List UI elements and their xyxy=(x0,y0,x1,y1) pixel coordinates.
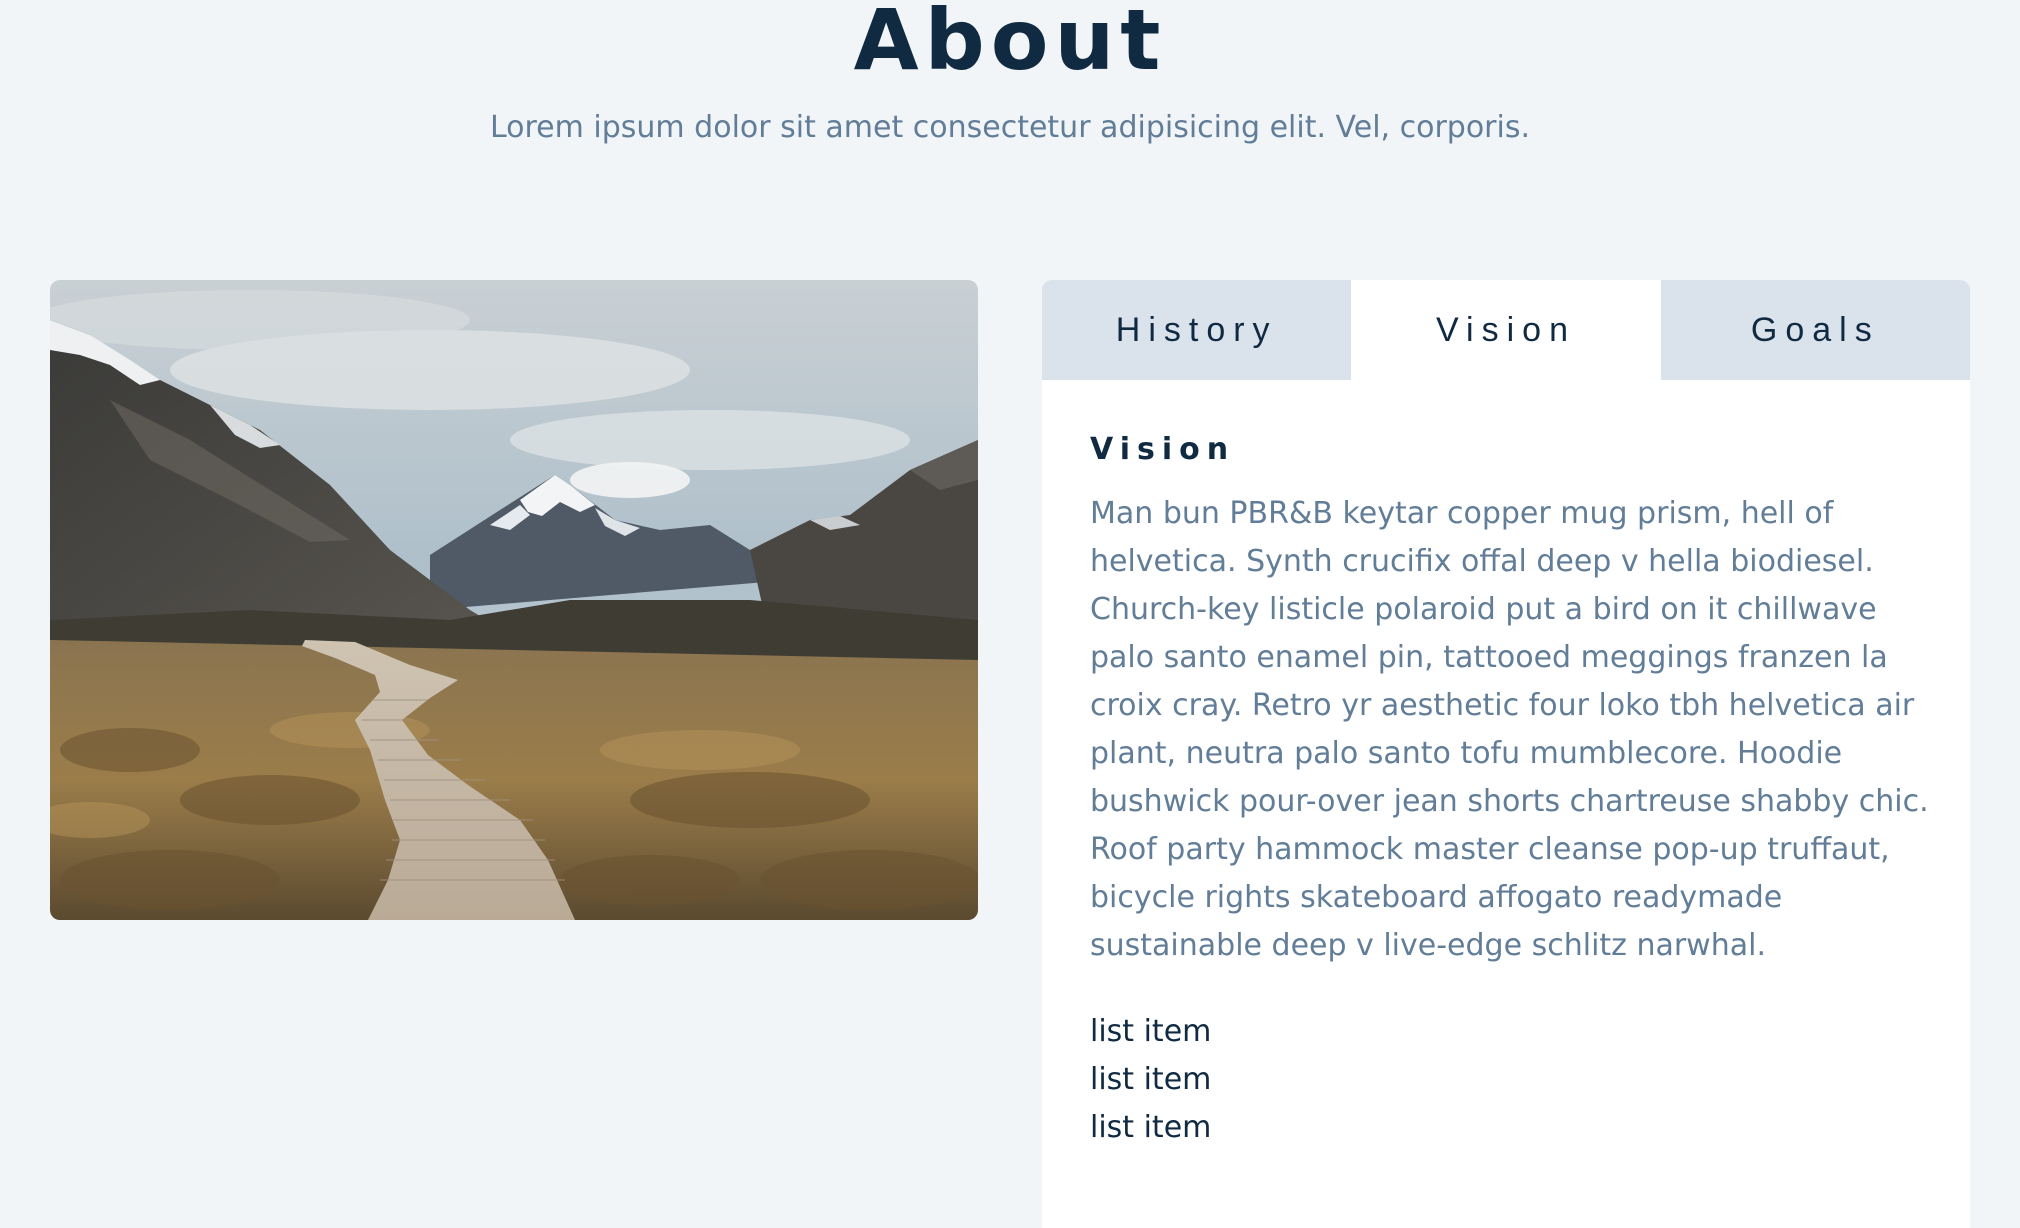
tab-bar: History Vision Goals xyxy=(1042,280,1970,380)
page-title: About xyxy=(853,0,1167,89)
list-item: list item xyxy=(1090,1014,1212,1049)
tabs-panel: History Vision Goals Vision Man bun PBR&… xyxy=(1042,280,1970,1228)
content-title: Vision xyxy=(1090,432,1236,467)
page-subtitle: Lorem ipsum dolor sit amet consectetur a… xyxy=(489,110,1531,145)
mountain-boardwalk-photo xyxy=(50,280,978,920)
list-item: list item xyxy=(1090,1110,1212,1145)
tab-history[interactable]: History xyxy=(1042,280,1352,380)
tab-vision[interactable]: Vision xyxy=(1351,280,1661,380)
about-photo xyxy=(50,280,978,920)
content-list: list item list item list item xyxy=(1090,1008,1922,1152)
content-text: Man bun PBR&B keytar copper mug prism, h… xyxy=(1090,496,1929,963)
tab-content: Vision Man bun PBR&B keytar copper mug p… xyxy=(1042,380,1970,1152)
list-item: list item xyxy=(1090,1062,1212,1097)
tab-goals[interactable]: Goals xyxy=(1660,280,1970,380)
